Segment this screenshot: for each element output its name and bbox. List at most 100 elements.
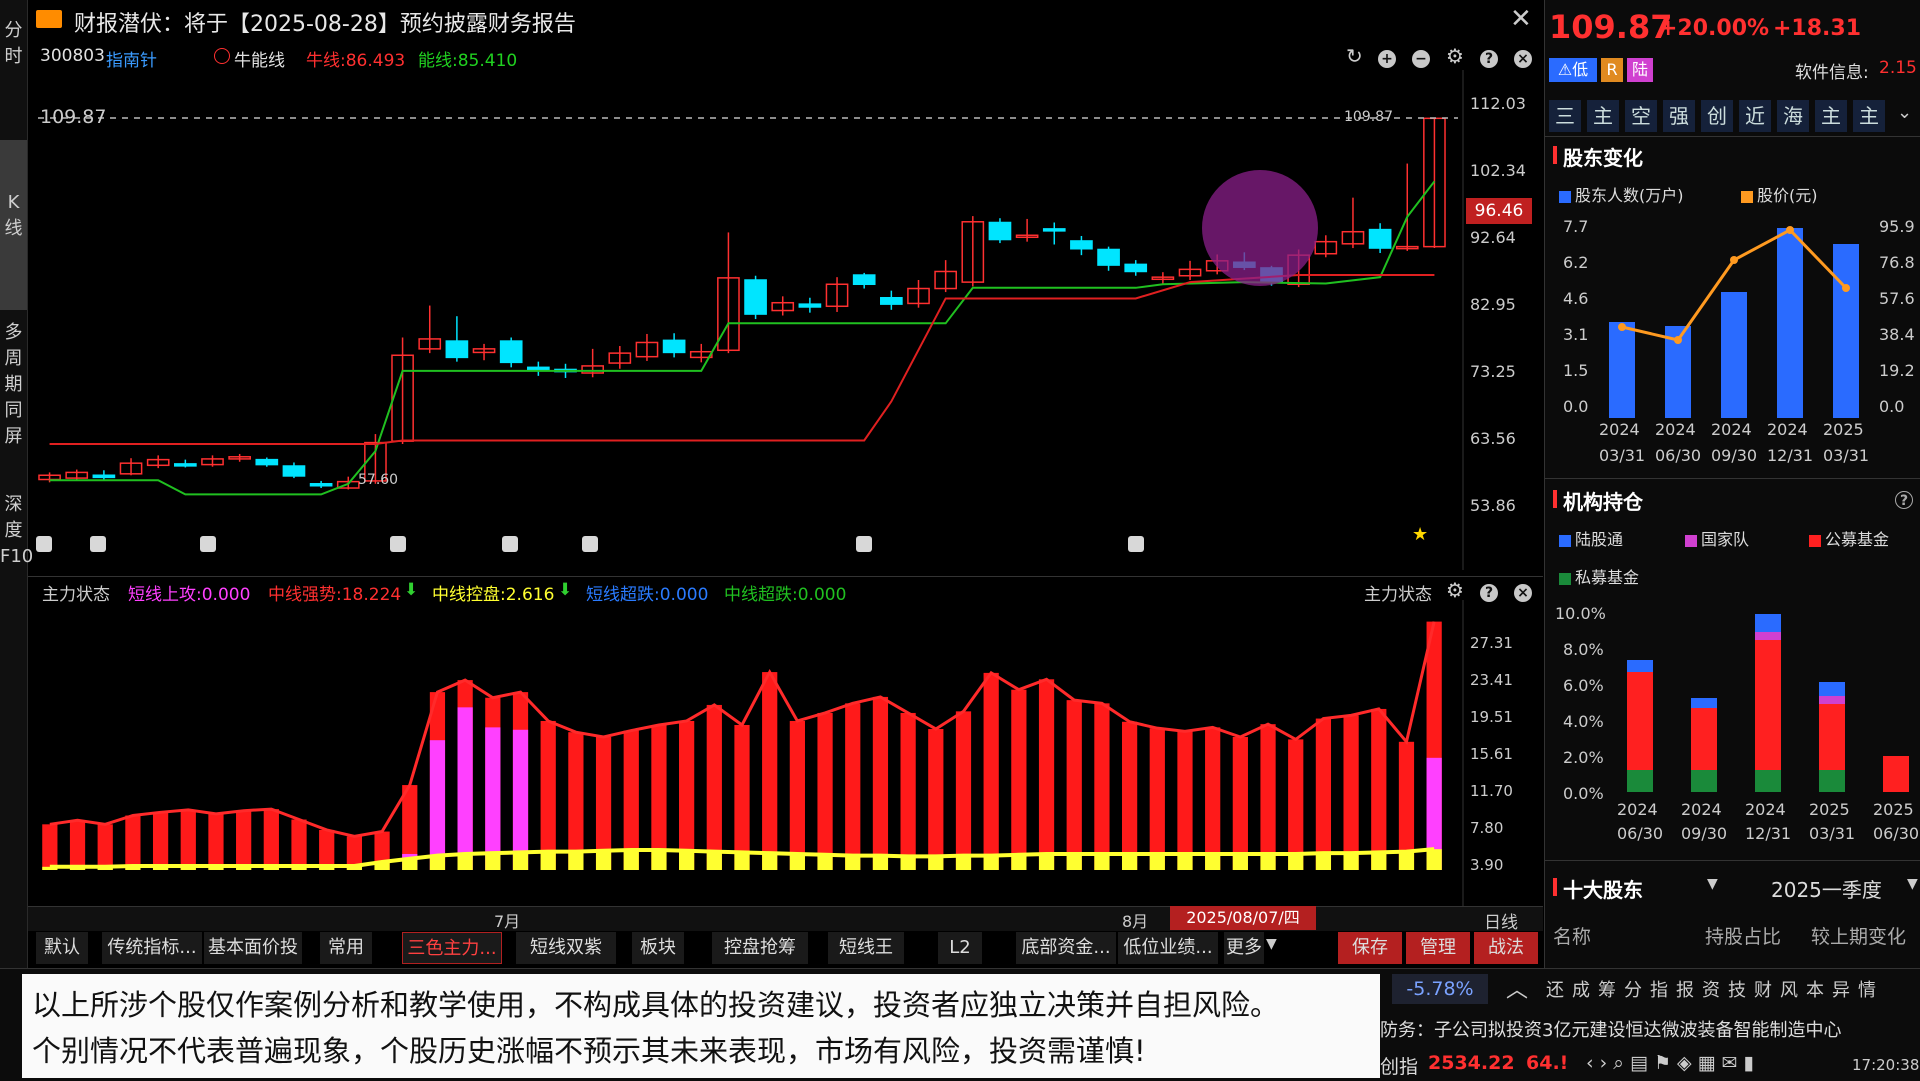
toolbar-tab-active[interactable]: 三色主力... <box>402 932 502 964</box>
attack-bar <box>485 727 501 870</box>
toolbar-tab[interactable]: 短线王 <box>828 932 904 964</box>
main-force-chart[interactable] <box>28 600 1543 906</box>
toolbar-tab[interactable]: 默认 <box>36 932 88 964</box>
tab-kline-label: K线 <box>4 192 23 239</box>
strength-bar <box>734 724 750 870</box>
inst-tick: 8.0% <box>1563 640 1604 659</box>
strength-bar <box>928 728 944 870</box>
tab-f10[interactable]: 深度F10 <box>0 492 33 570</box>
price-tick: 63.56 <box>1470 429 1516 448</box>
close-icon[interactable]: ✕ <box>1510 4 1532 34</box>
strength-bar <box>900 712 916 870</box>
panel-tool-button[interactable]: 强 <box>1663 100 1695 132</box>
panel-tool-button[interactable]: 主 <box>1853 100 1885 132</box>
dashed-level-right-label: 109.87 <box>1344 109 1393 125</box>
toolbar-tab[interactable]: 常用 <box>320 932 372 964</box>
more-dropdown-icon[interactable]: ▼ <box>1266 936 1277 952</box>
event-marker-icon[interactable] <box>582 536 598 552</box>
panel-tool-button[interactable]: 主 <box>1815 100 1847 132</box>
save-button[interactable]: 保存 <box>1338 932 1402 964</box>
event-marker-icon[interactable] <box>200 536 216 552</box>
legend-private-fund-label: 私募基金 <box>1575 568 1640 587</box>
institutions-help-icon[interactable]: ? <box>1895 490 1913 509</box>
candle-body <box>255 458 279 466</box>
price-tick: 102.34 <box>1470 161 1526 180</box>
settings-gear-icon[interactable]: ⚙ <box>1446 44 1464 68</box>
news-ticker[interactable]: 防务：子公司拟投资3亿元建设恒达微波装备智能制造中心 <box>1380 1016 1841 1042</box>
candle-body <box>92 474 116 479</box>
toolbar-tab[interactable]: L2 <box>938 932 982 964</box>
toolbar-tab[interactable]: 传统指标... <box>102 932 202 964</box>
manage-button[interactable]: 管理 <box>1406 932 1470 964</box>
subchart-help-icon[interactable]: ? <box>1480 582 1498 602</box>
panel-tool-button[interactable]: 创 <box>1701 100 1733 132</box>
kline-chart[interactable] <box>28 70 1543 570</box>
zoom-out-icon[interactable]: − <box>1412 48 1430 68</box>
collapse-up-icon[interactable]: ︿ <box>1506 972 1528 1004</box>
strength-bar <box>1121 721 1138 870</box>
strength-bar <box>789 720 805 870</box>
subchart-settings-icon[interactable]: ⚙ <box>1446 578 1464 602</box>
stock-code: 300803 <box>40 46 105 66</box>
index-value: 2534.22 <box>1428 1052 1515 1074</box>
event-marker-icon[interactable] <box>1128 536 1144 552</box>
holders-period-select[interactable]: 2025一季度 <box>1771 874 1882 903</box>
sub-tick: 11.70 <box>1470 782 1513 800</box>
software-info-label: 软件信息: <box>1795 63 1869 83</box>
stock-name[interactable]: 指南针 <box>106 46 157 71</box>
strength-bar <box>1011 689 1027 870</box>
panel-tool-button[interactable]: 三 <box>1549 100 1581 132</box>
strength-bar <box>208 813 224 870</box>
panel-tool-button[interactable]: 海 <box>1777 100 1809 132</box>
sh-right-tick: 19.2 <box>1879 361 1915 380</box>
event-marker-icon[interactable] <box>502 536 518 552</box>
event-marker-icon[interactable] <box>390 536 406 552</box>
panel-tool-button[interactable]: 主 <box>1587 100 1619 132</box>
toolbar-tab[interactable]: 基本面价投 <box>204 932 302 964</box>
zoom-in-icon[interactable]: + <box>1378 48 1396 68</box>
toolbar-more[interactable]: 更多 <box>1224 932 1264 964</box>
control-bar <box>955 855 972 870</box>
legend-private-fund: 私募基金 <box>1559 564 1639 588</box>
sh-x-year: 2024 <box>1599 420 1640 439</box>
inst-x-date: 06/30 <box>1617 824 1664 843</box>
toolbar-tab[interactable]: 控盘抢筹 <box>712 932 808 964</box>
sh-right-tick: 38.4 <box>1879 325 1915 344</box>
period-dropdown-icon[interactable]: ▼ <box>1907 876 1918 892</box>
quick-nav[interactable]: 还成筹分指报资技财风本异情 <box>1546 976 1884 1002</box>
strategy-button[interactable]: 战法 <box>1474 932 1538 964</box>
panel-tool-button[interactable]: 近 <box>1739 100 1771 132</box>
toolbar-tab[interactable]: 低位业绩... <box>1118 932 1218 964</box>
toolbar-tab[interactable]: 底部资金... <box>1016 932 1116 964</box>
sub-tick: 27.31 <box>1470 634 1513 652</box>
strength-bar <box>1066 700 1082 870</box>
control-bar <box>1426 849 1442 870</box>
indicator-name[interactable]: 牛能线 <box>234 46 285 71</box>
attack-bar <box>457 707 473 870</box>
last-price: 109.87 <box>1549 8 1673 46</box>
refresh-icon[interactable]: ↻ <box>1346 44 1363 68</box>
close-chart-icon[interactable]: × <box>1514 48 1532 68</box>
tab-intraday[interactable]: 分时 <box>0 18 27 70</box>
event-marker-icon[interactable] <box>90 536 106 552</box>
indicator-dropdown-icon[interactable] <box>214 48 230 64</box>
expand-chevron-icon[interactable]: ⌄ <box>1897 102 1912 123</box>
holders-dropdown-icon[interactable]: ▼ <box>1707 876 1718 892</box>
control-bar <box>900 856 916 870</box>
status-icons[interactable]: ‹ › ⌕ ▤ ⚑ ◈ ▦ ✉ ▮ <box>1586 1052 1754 1074</box>
toolbar-tab[interactable]: 板块 <box>632 932 684 964</box>
subchart-close-icon[interactable]: × <box>1514 582 1532 602</box>
event-marker-icon[interactable] <box>856 536 872 552</box>
event-marker-icon[interactable] <box>36 536 52 552</box>
candle-body <box>309 483 333 487</box>
sh-left-tick: 1.5 <box>1563 361 1589 380</box>
period-label[interactable]: 日线 <box>1484 908 1518 933</box>
legend-national-team: 国家队 <box>1685 526 1749 550</box>
strength-bar <box>1094 703 1110 870</box>
control-bar <box>1398 851 1415 870</box>
toolbar-tab[interactable]: 短线双紫 <box>516 932 616 964</box>
panel-tool-button[interactable]: 空 <box>1625 100 1657 132</box>
help-icon[interactable]: ? <box>1480 48 1498 68</box>
tab-multi-period[interactable]: 多周期同屏 <box>0 320 27 450</box>
tab-kline[interactable]: K线 <box>0 140 27 310</box>
